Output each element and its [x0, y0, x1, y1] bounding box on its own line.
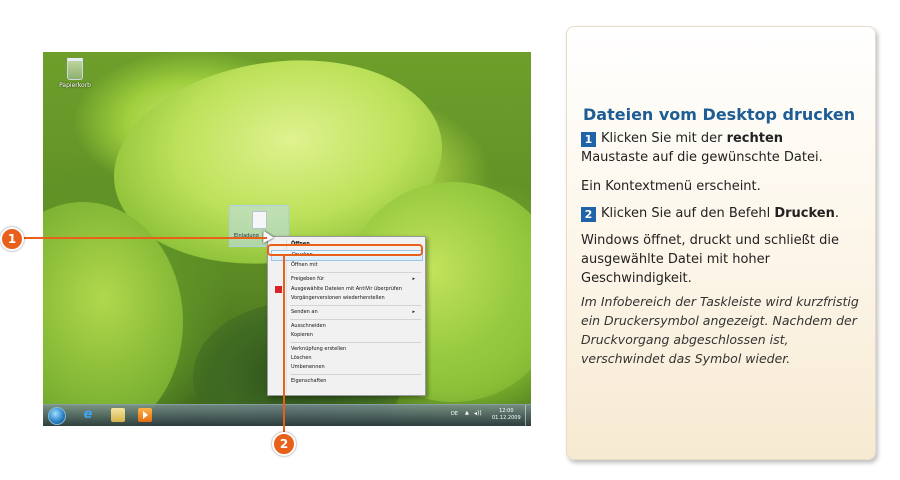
menu-item-label: Löschen [291, 355, 312, 361]
menu-item-label: Ausschneiden [291, 323, 326, 329]
menu-item-ausschneiden[interactable]: Ausschneiden [272, 322, 421, 331]
menu-item-senden-an[interactable]: Senden an ▸ [272, 308, 421, 317]
menu-separator [290, 305, 421, 306]
menu-item-label: Freigeben für [291, 276, 325, 282]
context-menu: Öffnen Drucken Öffnen mit Freigeben für … [267, 236, 426, 396]
explorer-folder-icon[interactable] [111, 408, 125, 422]
menu-item-kopieren[interactable]: Kopieren [272, 331, 421, 340]
clock-time: 12:00 [499, 408, 514, 414]
tray-expand-icon[interactable]: ▲ [465, 410, 469, 416]
callout-line-1 [23, 237, 267, 239]
result-text: Windows öffnet, druckt und schließt die … [581, 233, 839, 286]
menu-item-loeschen[interactable]: Löschen [272, 354, 421, 363]
submenu-arrow-icon: ▸ [412, 309, 415, 315]
menu-item-eigenschaften[interactable]: Eigenschaften [272, 377, 421, 386]
context-appears-text: Ein Kontextmenü erscheint. [581, 179, 761, 194]
menu-separator [290, 342, 421, 343]
step-badge-2: 2 [581, 207, 596, 222]
recycle-bin-label: Papierkorb [59, 82, 91, 89]
step-1-text-cont: Maustaste auf die gewünschte Datei. [581, 150, 823, 165]
callout-marker-1: 1 [0, 227, 24, 251]
menu-item-antivir[interactable]: Ausgewählte Dateien mit AntiVir überprüf… [272, 285, 421, 294]
clock-date: 01.12.2009 [492, 415, 521, 421]
antivir-icon [275, 286, 282, 293]
step-1-text: Klicken Sie mit der [601, 131, 727, 146]
internet-explorer-icon[interactable]: e [81, 408, 95, 422]
info-panel: Dateien vom Desktop drucken 1 Klicken Sie… [566, 26, 876, 460]
recycle-bin-shortcut[interactable]: Papierkorb [53, 58, 97, 89]
taskbar-clock[interactable]: 12:00 01.12.2009 [492, 408, 521, 422]
menu-item-label: Ausgewählte Dateien mit AntiVir überprüf… [291, 286, 402, 292]
menu-item-label: Senden an [291, 309, 318, 315]
step-1: 1 Klicken Sie mit der rechten Maustaste a… [581, 129, 871, 167]
document-icon [252, 211, 267, 229]
step-2-bold: Drucken [774, 206, 835, 221]
note-text: Im Infobereich der Taskleiste wird kurzf… [581, 294, 859, 366]
menu-item-label: Verknüpfung erstellen [291, 346, 347, 352]
media-player-icon[interactable] [138, 408, 152, 422]
menu-item-oeffnen-mit[interactable]: Öffnen mit [272, 261, 421, 270]
panel-title: Dateien vom Desktop drucken [583, 105, 856, 124]
drucken-highlight-frame [267, 244, 423, 256]
menu-item-vorgaengerversionen[interactable]: Vorgängerversionen wiederherstellen [272, 294, 421, 303]
step-2-end: . [834, 206, 840, 221]
menu-item-label: Vorgängerversionen wiederherstellen [291, 295, 385, 301]
desktop-screenshot: Papierkorb Einladung Öffnen Drucken Öffn… [43, 52, 531, 426]
menu-item-verknuepfung[interactable]: Verknüpfung erstellen [272, 345, 421, 354]
menu-item-label: Umbenennen [291, 364, 325, 370]
menu-item-label: Eigenschaften [291, 378, 327, 384]
step-1-bold: rechten [726, 131, 784, 146]
step-badge-1: 1 [581, 132, 596, 147]
start-button-icon[interactable] [48, 407, 66, 425]
menu-separator [290, 374, 421, 375]
menu-item-label: Kopieren [291, 332, 313, 338]
volume-icon[interactable]: ◂)) [474, 410, 482, 417]
submenu-arrow-icon: ▸ [412, 276, 415, 282]
callout-marker-2: 2 [272, 432, 296, 456]
step-2: 2 Klicken Sie auf den Befehl Drucken. [581, 204, 871, 223]
language-indicator[interactable]: DE [451, 411, 458, 417]
taskbar: e DE ▲ ◂)) 12:00 01.12.2009 [43, 404, 531, 426]
callout-line-2 [283, 256, 285, 432]
menu-item-umbenennen[interactable]: Umbenennen [272, 363, 421, 372]
menu-separator [290, 272, 421, 273]
menu-item-freigeben[interactable]: Freigeben für ▸ [272, 275, 421, 284]
menu-item-label: Öffnen mit [291, 262, 318, 268]
show-desktop-button[interactable] [525, 405, 531, 426]
menu-separator [290, 319, 421, 320]
step-2-text: Klicken Sie auf den Befehl [601, 206, 775, 221]
recycle-bin-icon [67, 58, 83, 80]
